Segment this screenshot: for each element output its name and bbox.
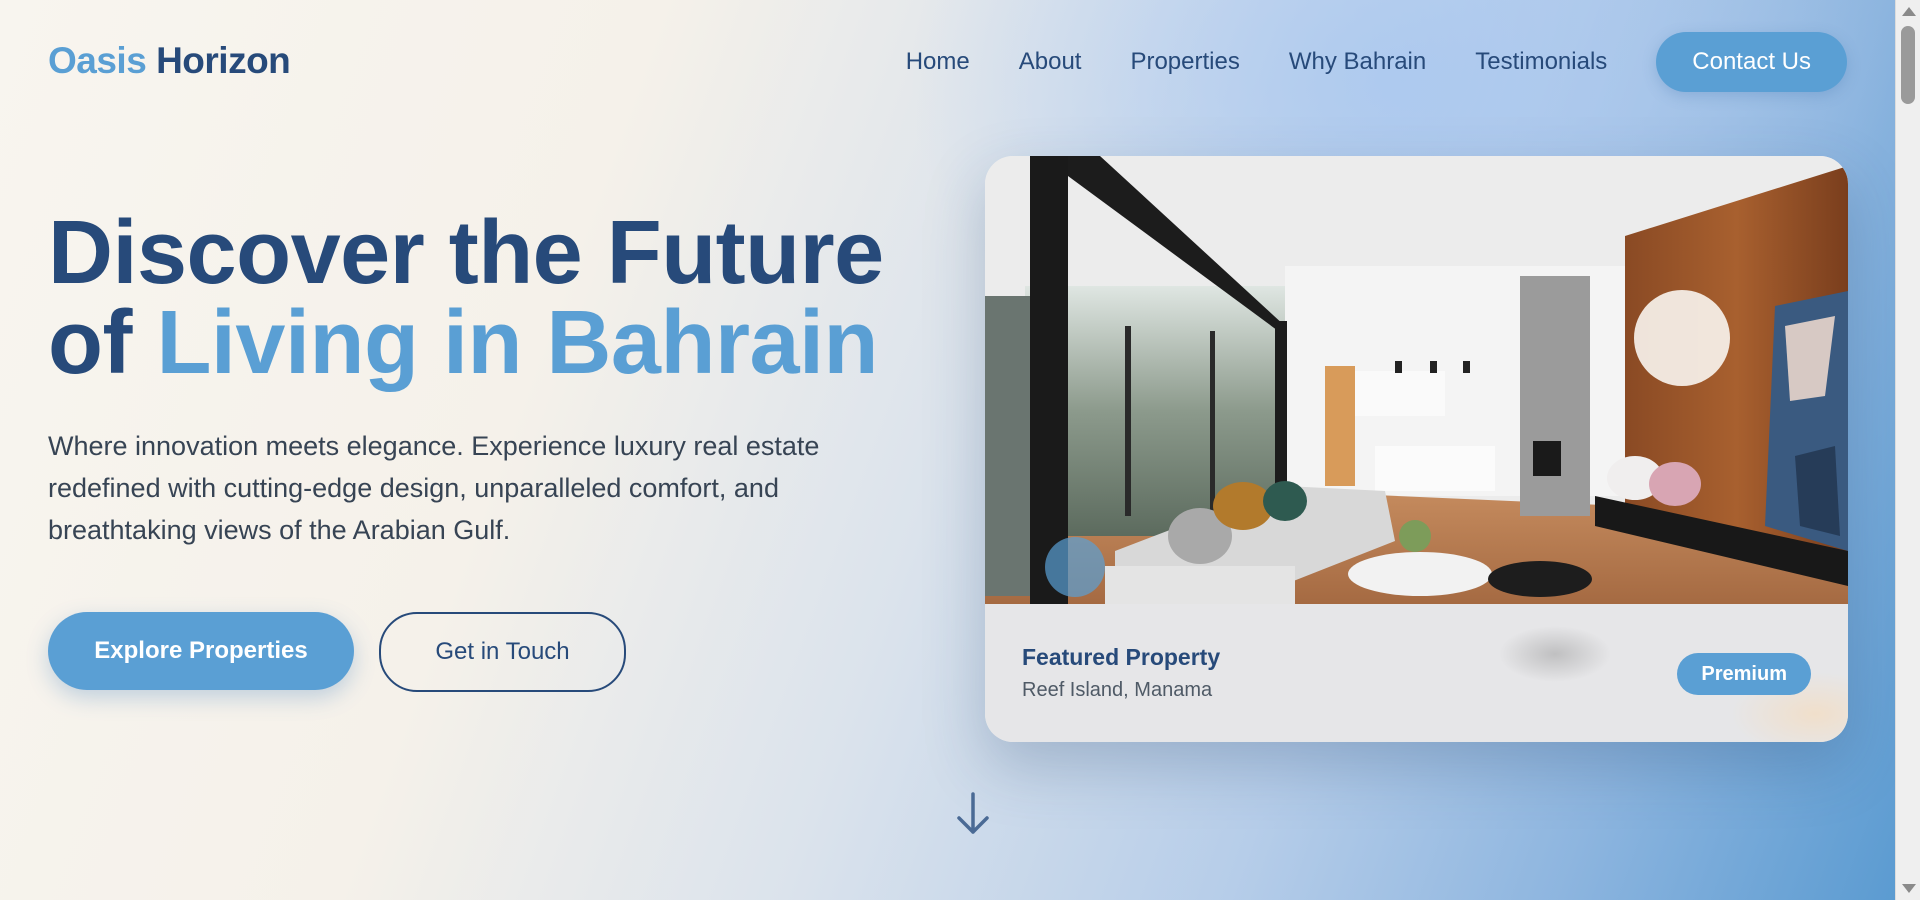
- main-nav: Home About Properties Why Bahrain Testim…: [906, 32, 1847, 92]
- nav-why-bahrain[interactable]: Why Bahrain: [1289, 48, 1426, 76]
- nav-about[interactable]: About: [1019, 48, 1082, 76]
- nav-home[interactable]: Home: [906, 48, 970, 76]
- brand-name-part2: Horizon: [156, 40, 291, 81]
- featured-property-card[interactable]: Featured Property Reef Island, Manama Pr…: [985, 156, 1848, 742]
- living-room-photo: [985, 156, 1848, 604]
- explore-properties-button[interactable]: Explore Properties: [48, 612, 354, 690]
- featured-title: Featured Property: [1022, 644, 1221, 670]
- vertical-scrollbar[interactable]: [1895, 0, 1920, 900]
- get-in-touch-button[interactable]: Get in Touch: [379, 612, 626, 692]
- card-footer: Featured Property Reef Island, Manama Pr…: [985, 604, 1848, 742]
- premium-badge: Premium: [1677, 653, 1811, 695]
- brand-logo[interactable]: Oasis Horizon: [48, 40, 291, 82]
- hero-title-line1: Discover the Future: [48, 203, 884, 303]
- scroll-up-icon[interactable]: [1902, 7, 1916, 16]
- hero-description: Where innovation meets elegance. Experie…: [48, 431, 820, 545]
- arrow-down-icon[interactable]: [955, 792, 991, 836]
- contact-us-button[interactable]: Contact Us: [1656, 32, 1847, 92]
- brand-name-part1: Oasis: [48, 40, 147, 81]
- hero-title: Discover the Future of Living in Bahrain: [48, 208, 884, 388]
- featured-location: Reef Island, Manama: [1022, 679, 1213, 701]
- hero-title-highlight: Living in Bahrain: [156, 293, 879, 393]
- nav-properties[interactable]: Properties: [1130, 48, 1239, 76]
- scrollbar-thumb[interactable]: [1901, 26, 1915, 104]
- hero-title-prefix: of: [48, 293, 157, 393]
- nav-testimonials[interactable]: Testimonials: [1475, 48, 1607, 76]
- scroll-down-icon[interactable]: [1902, 884, 1916, 893]
- page-viewport: Oasis Horizon Home About Properties Why …: [0, 0, 1895, 900]
